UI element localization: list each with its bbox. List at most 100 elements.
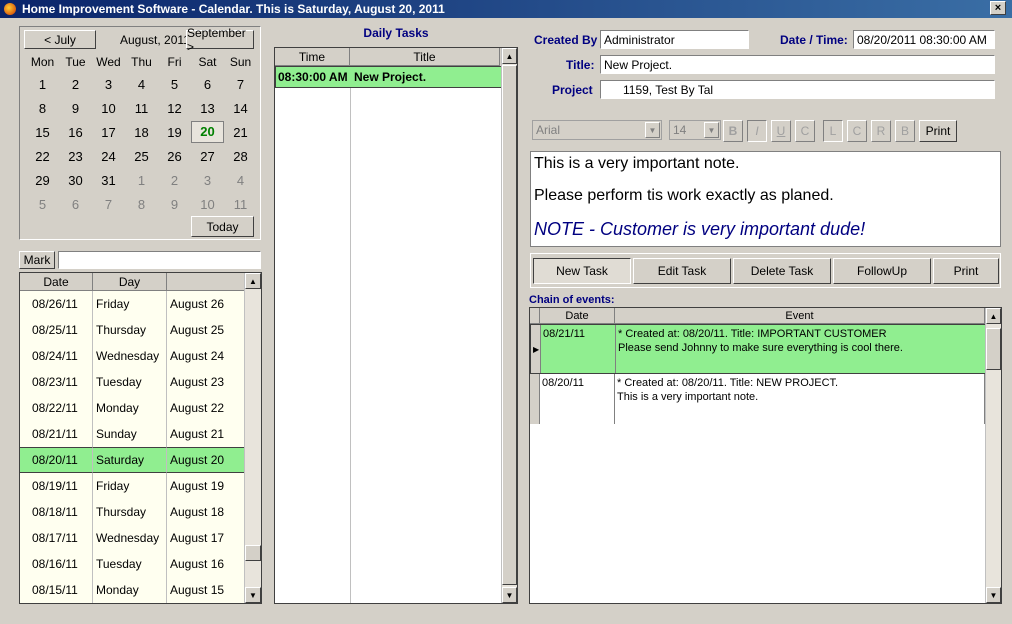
calendar-day-other-month[interactable]: 3: [191, 173, 224, 188]
column-header-title[interactable]: Title: [350, 48, 500, 66]
calendar-day[interactable]: 26: [158, 149, 191, 164]
new-task-button[interactable]: New Task: [533, 258, 631, 284]
calendar-day-other-month[interactable]: 10: [191, 197, 224, 212]
calendar-day[interactable]: 17: [92, 125, 125, 140]
column-header-month-day[interactable]: [167, 273, 245, 291]
daily-tasks-scrollbar[interactable]: ▲ ▼: [501, 48, 517, 603]
calendar-day[interactable]: 27: [191, 149, 224, 164]
column-header-date[interactable]: Date: [540, 308, 615, 324]
event-row[interactable]: ▶ 08/21/11 * Created at: 08/20/11. Title…: [530, 324, 1001, 374]
date-list-row[interactable]: 08/24/11 Wednesday August 24: [20, 342, 261, 369]
calendar-day-other-month[interactable]: 5: [26, 197, 59, 212]
calendar-day[interactable]: 15: [26, 125, 59, 140]
scroll-down-arrow-icon[interactable]: ▼: [502, 587, 517, 603]
calendar-day[interactable]: 3: [92, 77, 125, 92]
calendar-day[interactable]: 29: [26, 173, 59, 188]
close-button[interactable]: ×: [990, 1, 1006, 15]
calendar-day[interactable]: 10: [92, 101, 125, 116]
underline-button[interactable]: U: [771, 120, 791, 142]
task-row[interactable]: 08:30:00 AM New Project.: [275, 66, 517, 88]
calendar-day[interactable]: 5: [158, 77, 191, 92]
column-header-time[interactable]: Time: [275, 48, 350, 66]
scroll-down-arrow-icon[interactable]: ▼: [245, 587, 261, 603]
today-button[interactable]: Today: [191, 216, 254, 237]
delete-task-button[interactable]: Delete Task: [733, 258, 831, 284]
calendar-day-other-month[interactable]: 6: [59, 197, 92, 212]
calendar-day[interactable]: 21: [224, 125, 257, 140]
calendar-day-other-month[interactable]: 2: [158, 173, 191, 188]
date-list-row[interactable]: 08/26/11 Friday August 26: [20, 290, 261, 317]
calendar-day[interactable]: 4: [125, 77, 158, 92]
column-header-event[interactable]: Event: [615, 308, 985, 324]
date-list-row[interactable]: 08/15/11 Monday August 15: [20, 576, 261, 603]
scroll-thumb[interactable]: [986, 328, 1001, 370]
bullet-button[interactable]: B: [895, 120, 915, 142]
prev-month-button[interactable]: < July: [24, 30, 96, 49]
date-list-row[interactable]: 08/23/11 Tuesday August 23: [20, 368, 261, 395]
next-month-button[interactable]: September >: [186, 26, 254, 54]
calendar-day[interactable]: 1: [26, 77, 59, 92]
event-row[interactable]: 08/20/11 * Created at: 08/20/11. Title: …: [530, 374, 1001, 424]
align-right-button[interactable]: R: [871, 120, 891, 142]
scroll-down-arrow-icon[interactable]: ▼: [986, 587, 1001, 603]
print-task-button[interactable]: Print: [933, 258, 999, 284]
date-list-row[interactable]: 08/20/11 Saturday August 20: [20, 446, 261, 473]
calendar-day[interactable]: 14: [224, 101, 257, 116]
calendar-day[interactable]: 9: [59, 101, 92, 116]
calendar-day[interactable]: 18: [125, 125, 158, 140]
font-size-select[interactable]: 14 ▼: [669, 120, 721, 140]
print-note-button[interactable]: Print: [919, 120, 957, 142]
date-list-row[interactable]: 08/21/11 Sunday August 21: [20, 420, 261, 447]
calendar-day-other-month[interactable]: 4: [224, 173, 257, 188]
italic-button[interactable]: I: [747, 120, 767, 142]
date-list-row[interactable]: 08/22/11 Monday August 22: [20, 394, 261, 421]
calendar-day[interactable]: 19: [158, 125, 191, 140]
calendar-day[interactable]: 28: [224, 149, 257, 164]
scroll-up-arrow-icon[interactable]: ▲: [245, 273, 261, 289]
calendar-day[interactable]: 13: [191, 101, 224, 116]
mark-input[interactable]: [58, 251, 261, 269]
scroll-thumb[interactable]: [245, 545, 261, 561]
date-list-row[interactable]: 08/19/11 Friday August 19: [20, 472, 261, 499]
calendar-day[interactable]: 22: [26, 149, 59, 164]
calendar-day[interactable]: 24: [92, 149, 125, 164]
calendar-day[interactable]: 25: [125, 149, 158, 164]
created-by-field[interactable]: Administrator: [600, 30, 749, 49]
date-list-row[interactable]: 08/18/11 Thursday August 18: [20, 498, 261, 525]
calendar-day-other-month[interactable]: 9: [158, 197, 191, 212]
calendar-day[interactable]: 8: [26, 101, 59, 116]
calendar-day[interactable]: 2: [59, 77, 92, 92]
calendar-day[interactable]: 23: [59, 149, 92, 164]
column-header-date[interactable]: Date: [20, 273, 93, 291]
calendar-day[interactable]: 16: [59, 125, 92, 140]
chevron-down-icon[interactable]: ▼: [645, 122, 660, 138]
calendar-day-other-month[interactable]: 11: [224, 197, 257, 212]
title-field[interactable]: New Project.: [600, 55, 995, 74]
chain-scrollbar[interactable]: ▲ ▼: [985, 308, 1001, 603]
date-list-row[interactable]: 08/25/11 Thursday August 25: [20, 316, 261, 343]
scroll-up-arrow-icon[interactable]: ▲: [986, 308, 1001, 324]
calendar-day[interactable]: 31: [92, 173, 125, 188]
text-color-button[interactable]: C: [795, 120, 815, 142]
project-field[interactable]: 1159, Test By Tal: [600, 80, 995, 99]
font-family-select[interactable]: Arial ▼: [532, 120, 662, 140]
calendar-day[interactable]: 11: [125, 101, 158, 116]
date-list-scrollbar[interactable]: ▲ ▼: [244, 273, 261, 603]
datetime-field[interactable]: 08/20/2011 08:30:00 AM: [853, 30, 995, 49]
align-center-button[interactable]: C: [847, 120, 867, 142]
date-list-row[interactable]: 08/17/11 Wednesday August 17: [20, 524, 261, 551]
calendar-day[interactable]: 30: [59, 173, 92, 188]
align-left-button[interactable]: L: [823, 120, 843, 142]
calendar-day[interactable]: 7: [224, 77, 257, 92]
calendar-day[interactable]: 12: [158, 101, 191, 116]
calendar-day-other-month[interactable]: 7: [92, 197, 125, 212]
chevron-down-icon[interactable]: ▼: [704, 122, 719, 138]
scroll-up-arrow-icon[interactable]: ▲: [502, 48, 517, 64]
scroll-thumb[interactable]: [502, 65, 517, 585]
mark-button[interactable]: Mark: [19, 251, 55, 269]
calendar-day[interactable]: 6: [191, 77, 224, 92]
calendar-day-other-month[interactable]: 8: [125, 197, 158, 212]
bold-button[interactable]: B: [723, 120, 743, 142]
note-editor[interactable]: This is a very important note. Please pe…: [530, 151, 1001, 247]
column-header-day[interactable]: Day: [93, 273, 167, 291]
